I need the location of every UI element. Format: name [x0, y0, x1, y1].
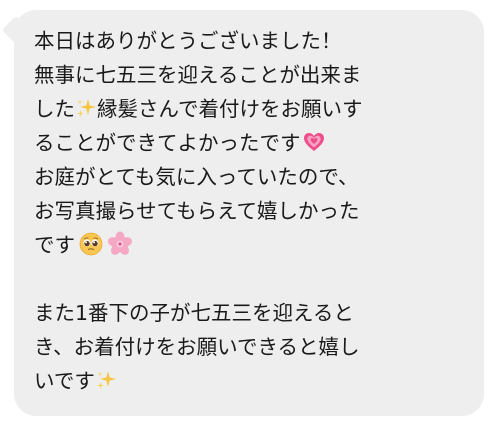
message-line-text: お庭がとても気に入っていたので、 — [34, 165, 359, 189]
sparkles-icon — [77, 99, 96, 117]
message-text: 本日はありがとうございました！ 無事に七五三を迎えることが出来ま した 縁髪さん… — [34, 24, 474, 398]
message-line-text: 本日はありがとうございました！ — [34, 29, 342, 53]
message-line-text: また1番下の子が七五三を迎えると — [34, 301, 354, 325]
message-line: お庭がとても気に入っていたので、 — [34, 160, 474, 194]
cherry-blossom-icon — [107, 231, 133, 255]
chat-canvas: 本日はありがとうございました！ 無事に七五三を迎えることが出来ま した 縁髪さん… — [0, 0, 500, 428]
sparkles-icon — [96, 371, 116, 389]
message-line: 本日はありがとうございました！ — [34, 24, 474, 58]
message-line-text: いです — [34, 369, 95, 393]
message-line: です — [34, 228, 474, 262]
message-line: いです — [34, 364, 474, 398]
message-line: また1番下の子が七五三を迎えると — [34, 296, 474, 330]
message-line-text: き、お着付けをお願いできると嬉し — [34, 335, 360, 359]
message-line-text: お写真撮らせてもらえて嬉しかった — [34, 199, 360, 223]
message-line: ることができてよかったです — [34, 126, 474, 160]
pleading-face-icon — [79, 232, 103, 256]
message-line: 無事に七五三を迎えることが出来ま — [34, 58, 474, 92]
message-line-text: した — [34, 97, 75, 121]
message-line-text: 無事に七五三を迎えることが出来ま — [34, 63, 362, 87]
message-line-text: 縁髪さんで着付けをお願いす — [97, 97, 363, 121]
message-line: お写真撮らせてもらえて嬉しかった — [34, 194, 474, 228]
message-line-text: ることができてよかったです — [34, 131, 301, 155]
message-line: した 縁髪さんで着付けをお願いす — [34, 92, 474, 126]
growing-heart-icon — [303, 133, 324, 151]
message-line-text: です — [34, 233, 75, 257]
message-line: き、お着付けをお願いできると嬉し — [34, 330, 474, 364]
